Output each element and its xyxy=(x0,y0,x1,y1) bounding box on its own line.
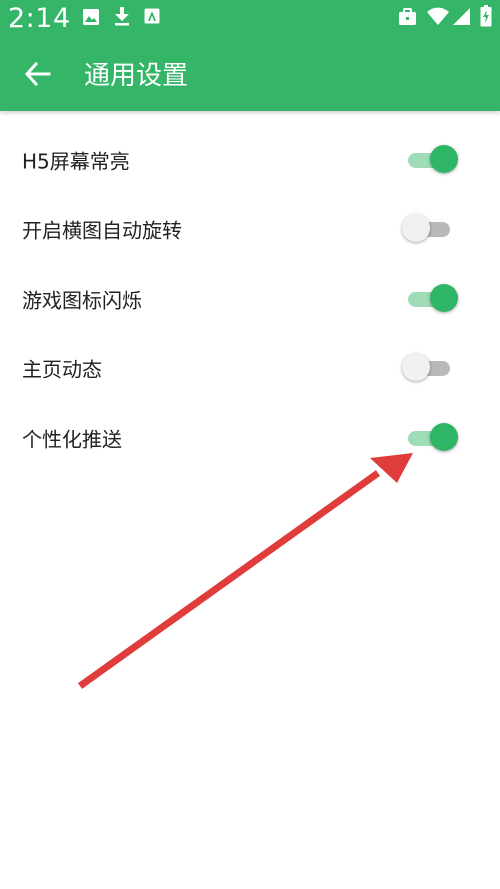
setting-label: 个性化推送 xyxy=(22,427,122,452)
wifi-icon xyxy=(426,7,450,30)
store-icon xyxy=(144,8,160,28)
switch-thumb xyxy=(430,144,458,173)
setting-label: 主页动态 xyxy=(22,357,102,382)
download-icon xyxy=(113,6,131,30)
home-feed-switch[interactable] xyxy=(402,351,460,385)
briefcase-icon xyxy=(398,8,417,30)
setting-label: 游戏图标闪烁 xyxy=(22,288,142,313)
setting-label: 开启横图自动旋转 xyxy=(22,218,182,243)
setting-row-home-feed[interactable]: 主页动态 xyxy=(0,334,500,404)
setting-row-h5-screen-on[interactable]: H5屏幕常亮 xyxy=(0,125,500,195)
setting-label: H5屏幕常亮 xyxy=(22,149,130,174)
page-title: 通用设置 xyxy=(84,61,189,91)
personalized-push-switch[interactable] xyxy=(402,421,460,455)
setting-row-game-icon-blink[interactable]: 游戏图标闪烁 xyxy=(0,264,500,334)
switch-thumb xyxy=(430,422,458,451)
settings-list: H5屏幕常亮 开启横图自动旋转 游戏图标闪烁 主页动态 个性化推送 xyxy=(0,125,500,473)
status-time: 2:14 xyxy=(8,3,71,34)
switch-thumb xyxy=(402,353,430,382)
battery-charging-icon xyxy=(480,5,492,31)
toolbar: 通用设置 xyxy=(0,36,500,111)
setting-row-auto-rotate[interactable]: 开启横图自动旋转 xyxy=(0,195,500,265)
signal-icon xyxy=(452,7,471,30)
arrow-back-icon[interactable] xyxy=(22,58,54,90)
setting-row-personalized-push[interactable]: 个性化推送 xyxy=(0,403,500,473)
image-icon xyxy=(82,8,100,30)
app-bar: 2:14 通用设置 xyxy=(0,0,500,111)
h5-screen-on-switch[interactable] xyxy=(402,143,460,177)
switch-thumb xyxy=(430,283,458,312)
status-bar: 2:14 xyxy=(0,0,500,36)
auto-rotate-switch[interactable] xyxy=(402,212,460,246)
game-icon-blink-switch[interactable] xyxy=(402,282,460,316)
switch-thumb xyxy=(402,214,430,243)
